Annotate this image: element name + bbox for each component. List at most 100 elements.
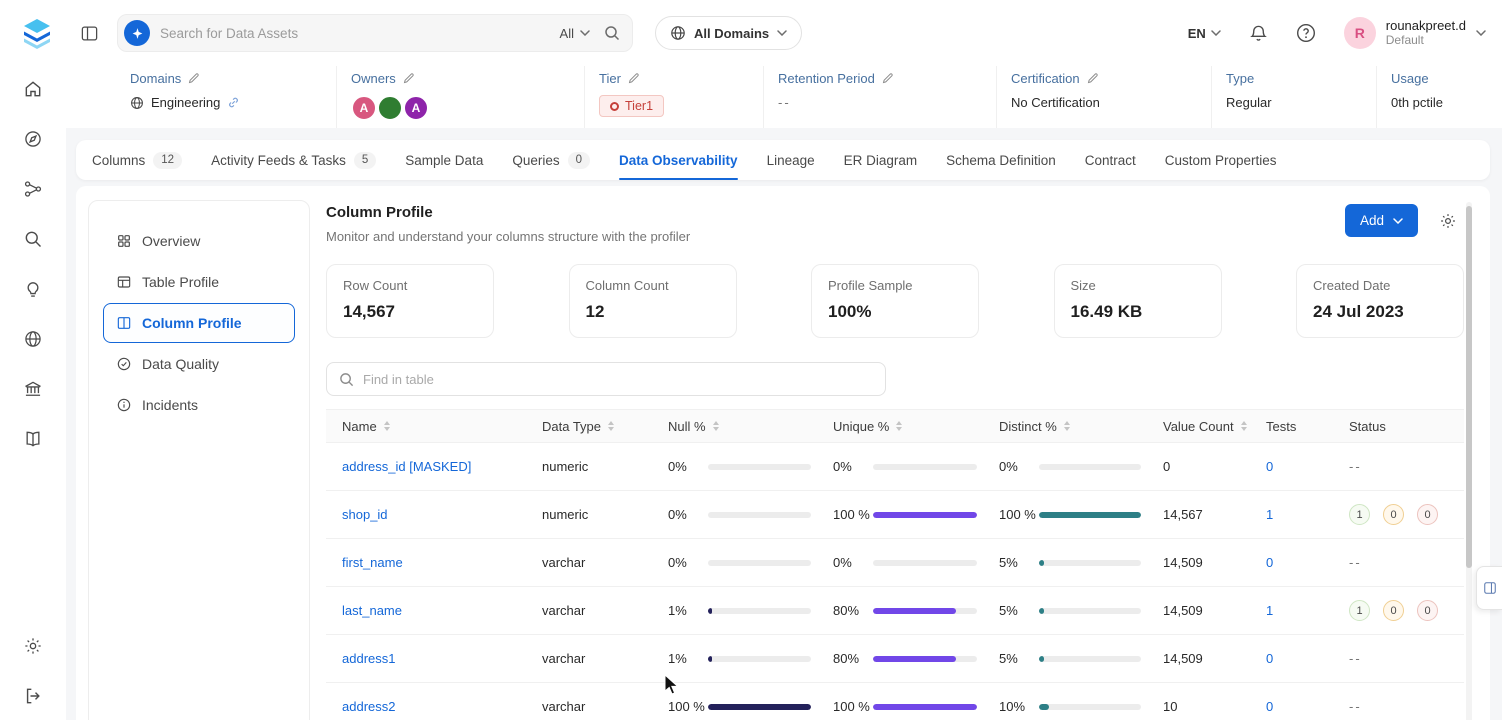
column-name-link[interactable]: address2 (342, 699, 395, 714)
logout-icon[interactable] (23, 686, 43, 706)
tab-activity-feeds-tasks[interactable]: Activity Feeds & Tasks5 (211, 140, 376, 180)
left-nav-rail (0, 66, 66, 720)
unique-pct-cell: 100 % (817, 491, 983, 538)
status-failed-badge[interactable]: 0 (1417, 600, 1438, 621)
sort-icon[interactable] (1241, 421, 1247, 431)
tab-queries[interactable]: Queries0 (512, 140, 590, 180)
tests-link[interactable]: 0 (1266, 459, 1273, 474)
sidebar-item-overview[interactable]: Overview (103, 221, 295, 261)
tab-er-diagram[interactable]: ER Diagram (844, 140, 918, 180)
tab-contract[interactable]: Contract (1085, 140, 1136, 180)
scrollbar-thumb[interactable] (1466, 206, 1472, 568)
all-domains-button[interactable]: All Domains (655, 16, 802, 50)
tests-link[interactable]: 0 (1266, 651, 1273, 666)
column-name-link[interactable]: last_name (342, 603, 402, 618)
edit-pencil-icon[interactable] (1087, 72, 1099, 84)
tab-sample-data[interactable]: Sample Data (405, 140, 483, 180)
sort-caret-down (1241, 427, 1247, 431)
domains-icon[interactable] (23, 329, 43, 349)
edit-pencil-icon[interactable] (188, 72, 200, 84)
home-icon[interactable] (23, 79, 43, 99)
sort-icon[interactable] (608, 421, 614, 431)
sort-icon[interactable] (713, 421, 719, 431)
value-count-cell: 14,567 (1147, 491, 1250, 538)
find-in-table[interactable] (326, 362, 886, 396)
data-type-cell: numeric (526, 491, 652, 538)
sort-icon[interactable] (1064, 421, 1070, 431)
app-logo-icon[interactable] (20, 16, 54, 50)
notifications-bell-icon[interactable] (1249, 24, 1268, 43)
sidebar-item-incidents[interactable]: Incidents (103, 385, 295, 425)
tab-custom-properties[interactable]: Custom Properties (1165, 140, 1277, 180)
explore-icon[interactable] (23, 129, 43, 149)
column-header-value-count[interactable]: Value Count (1147, 410, 1250, 442)
help-icon[interactable] (1296, 23, 1316, 43)
column-name-link[interactable]: shop_id (342, 507, 388, 522)
side-panel-handle[interactable] (1476, 566, 1502, 610)
owner-avatar[interactable] (377, 95, 403, 121)
tab-columns[interactable]: Columns12 (92, 140, 182, 180)
sort-caret-down (608, 427, 614, 431)
column-header-distinct[interactable]: Distinct % (983, 410, 1147, 442)
govern-icon[interactable] (23, 379, 43, 399)
glossary-icon[interactable] (23, 429, 43, 449)
null-pct-cell: 1% (652, 587, 817, 634)
tests-link[interactable]: 1 (1266, 507, 1273, 522)
table-row: address_id [MASKED]numeric0%0%0%00-- (326, 443, 1464, 491)
panel-scrollbar[interactable] (1466, 202, 1472, 720)
domain-value[interactable]: Engineering (151, 95, 220, 110)
status-cell: 100 (1333, 491, 1464, 538)
data-type-cell: varchar (526, 539, 652, 586)
language-selector[interactable]: EN (1188, 26, 1221, 41)
edit-pencil-icon[interactable] (628, 72, 640, 84)
search-scope-dropdown[interactable]: All (560, 26, 590, 41)
column-name-link[interactable]: first_name (342, 555, 403, 570)
unique-pct-bar-fill (873, 704, 977, 710)
edit-pencil-icon[interactable] (403, 72, 415, 84)
insights-icon[interactable] (23, 279, 43, 299)
column-header-unique[interactable]: Unique % (817, 410, 983, 442)
link-icon[interactable] (227, 96, 240, 109)
settings-icon[interactable] (23, 636, 43, 656)
sort-icon[interactable] (384, 421, 390, 431)
column-header-name[interactable]: Name (326, 410, 526, 442)
column-name-link[interactable]: address_id [MASKED] (342, 459, 471, 474)
sidebar-item-table-profile[interactable]: Table Profile (103, 262, 295, 302)
tab-lineage[interactable]: Lineage (767, 140, 815, 180)
owner-avatar[interactable]: A (403, 95, 429, 121)
null-pct-cell: 1% (652, 635, 817, 682)
ai-sparkle-icon[interactable] (124, 20, 150, 46)
status-success-badge[interactable]: 1 (1349, 600, 1370, 621)
tests-link[interactable]: 0 (1266, 555, 1273, 570)
sort-icon[interactable] (896, 421, 902, 431)
tab-data-observability[interactable]: Data Observability (619, 140, 738, 180)
find-in-table-input[interactable] (363, 372, 873, 387)
check-circle-icon (116, 356, 132, 372)
sidebar-item-column-profile[interactable]: Column Profile (103, 303, 295, 343)
column-header-null[interactable]: Null % (652, 410, 817, 442)
status-aborted-badge[interactable]: 0 (1383, 600, 1404, 621)
column-name-link[interactable]: address1 (342, 651, 395, 666)
tests-link[interactable]: 0 (1266, 699, 1273, 714)
tab-schema-definition[interactable]: Schema Definition (946, 140, 1056, 180)
status-aborted-badge[interactable]: 0 (1383, 504, 1404, 525)
owner-avatar[interactable]: A (351, 95, 377, 121)
sidebar-item-data-quality[interactable]: Data Quality (103, 344, 295, 384)
sidebar-toggle-icon[interactable] (80, 24, 99, 43)
column-header-data-type[interactable]: Data Type (526, 410, 652, 442)
distinct-pct-bar (1039, 512, 1141, 518)
global-search[interactable]: All (117, 14, 633, 52)
status-failed-badge[interactable]: 0 (1417, 504, 1438, 525)
edit-pencil-icon[interactable] (882, 72, 894, 84)
stat-card-column-count: Column Count12 (569, 264, 737, 338)
status-success-badge[interactable]: 1 (1349, 504, 1370, 525)
lineage-icon[interactable] (23, 179, 43, 199)
observability-icon[interactable] (23, 229, 43, 249)
user-menu[interactable]: R rounakpreet.d Default (1344, 17, 1486, 49)
search-input[interactable] (160, 26, 550, 41)
tier-badge[interactable]: Tier1 (599, 95, 664, 117)
tests-link[interactable]: 1 (1266, 603, 1273, 618)
profiler-settings-icon[interactable] (1432, 204, 1464, 237)
add-button[interactable]: Add (1345, 204, 1418, 237)
search-icon[interactable] (604, 25, 620, 41)
